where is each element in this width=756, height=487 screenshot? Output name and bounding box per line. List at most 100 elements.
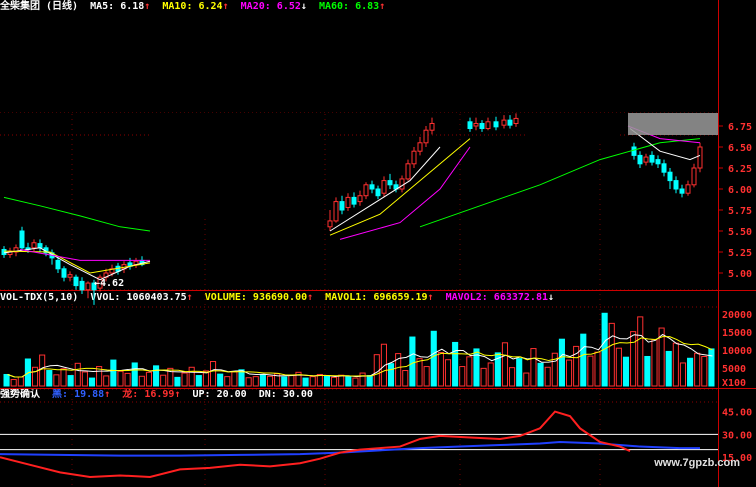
volume-bar — [103, 375, 110, 387]
volume-bar — [124, 372, 131, 387]
price-candle — [679, 188, 685, 194]
price-candle — [19, 230, 25, 249]
price-candle — [685, 184, 691, 194]
volume-bar — [402, 370, 409, 387]
volume-bar — [117, 370, 124, 387]
volume-bar — [551, 352, 558, 387]
price-candle — [661, 163, 667, 173]
price-candle — [467, 121, 473, 130]
price-candle — [333, 201, 339, 222]
volume-bar — [409, 336, 416, 387]
volume-tick-label: 15000 — [722, 328, 752, 339]
volume-bar — [345, 376, 352, 387]
price-candle — [37, 243, 43, 249]
volume-bar — [67, 375, 74, 387]
price-tick-label: 5.00 — [728, 269, 752, 280]
volume-bar — [672, 342, 679, 387]
price-tick-label: 6.50 — [728, 143, 752, 154]
price-candle — [345, 196, 351, 208]
volume-panel[interactable] — [3, 312, 715, 387]
volume-bar — [338, 374, 345, 387]
volume-bar — [131, 362, 138, 387]
price-candle — [405, 163, 411, 180]
price-candle — [637, 154, 643, 165]
volume-bar — [544, 366, 551, 387]
volume-bar — [245, 377, 252, 387]
price-candle — [339, 201, 345, 211]
volume-bar — [416, 358, 423, 387]
price-tick-label: 6.00 — [728, 185, 752, 196]
volume-bar — [188, 366, 195, 387]
volume-bar — [3, 373, 10, 387]
price-tick-label: 6.25 — [728, 164, 752, 175]
volume-bar — [587, 355, 594, 387]
ma10-line — [3, 250, 151, 274]
watermark-text: www.7gpzb.com — [654, 457, 740, 469]
price-candle — [493, 121, 499, 128]
price-candle — [429, 122, 435, 131]
volume-bar — [259, 374, 266, 387]
volume-bar — [480, 367, 487, 387]
volume-bar — [687, 357, 694, 387]
volume-bar — [608, 322, 615, 387]
volume-bar — [266, 375, 274, 387]
volume-bar — [224, 376, 231, 387]
indicator-axis: 45.0030.0015.00 — [722, 408, 752, 465]
volume-bar — [444, 359, 452, 387]
indicator-tick-label: 45.00 — [722, 408, 752, 419]
volume-bar — [88, 377, 96, 387]
price-candle — [381, 180, 387, 194]
volume-bar — [694, 352, 701, 387]
price-axis: 6.75 6.50 6.25 6.00 5.75 5.50 5.25 5.00 — [718, 122, 752, 280]
volume-bar — [39, 354, 46, 387]
volume-bar — [252, 376, 259, 387]
volume-bar — [60, 368, 67, 387]
volume-bar — [366, 375, 373, 387]
price-candle — [501, 119, 507, 126]
price-candle — [73, 276, 79, 287]
price-candle — [357, 195, 363, 203]
volume-bar — [509, 367, 516, 387]
price-candle — [655, 159, 661, 165]
volume-axis: 20000 15000 10000 5000 X100 — [722, 310, 752, 389]
volume-bar — [622, 356, 630, 387]
volume-bar — [594, 351, 601, 387]
volume-bar — [523, 372, 530, 387]
indicator-line1 — [0, 440, 700, 457]
price-candle — [673, 180, 679, 190]
ma60-line — [419, 138, 701, 228]
price-candle — [649, 154, 655, 163]
volume-bar — [74, 362, 81, 387]
volume-bar — [288, 375, 295, 387]
volume-tick-label: X100 — [722, 378, 746, 389]
price-candle — [417, 142, 423, 152]
price-candle — [667, 171, 673, 182]
volume-bar — [430, 330, 437, 387]
volume-bar — [580, 333, 587, 387]
indicator-panel[interactable] — [0, 410, 718, 478]
price-candle — [473, 122, 479, 127]
volume-bar — [81, 371, 88, 387]
price-candle — [369, 184, 375, 190]
price-candle — [411, 150, 417, 165]
price-candle — [61, 268, 67, 278]
price-candle — [643, 156, 649, 163]
price-tick-label: 5.25 — [728, 248, 752, 259]
volume-bar — [637, 316, 644, 387]
volume-bar — [452, 341, 459, 387]
volume-bar — [138, 375, 145, 387]
low-price-marker: ←4.62 — [94, 278, 124, 289]
price-candle — [55, 259, 61, 270]
price-candle — [363, 184, 369, 197]
volume-bar — [679, 362, 687, 387]
volume-bar — [231, 371, 238, 387]
volume-bar — [46, 370, 53, 387]
price-candle — [485, 121, 491, 130]
volume-bar — [501, 342, 509, 387]
stock-chart[interactable]: 6.75 6.50 6.25 6.00 5.75 5.50 5.25 5.00 ←4.62 2… — [0, 0, 756, 487]
volume-bar — [423, 366, 430, 387]
price-candle — [513, 117, 519, 124]
price-candle — [85, 282, 91, 291]
volume-bar — [558, 338, 565, 387]
volume-bar — [309, 376, 316, 387]
